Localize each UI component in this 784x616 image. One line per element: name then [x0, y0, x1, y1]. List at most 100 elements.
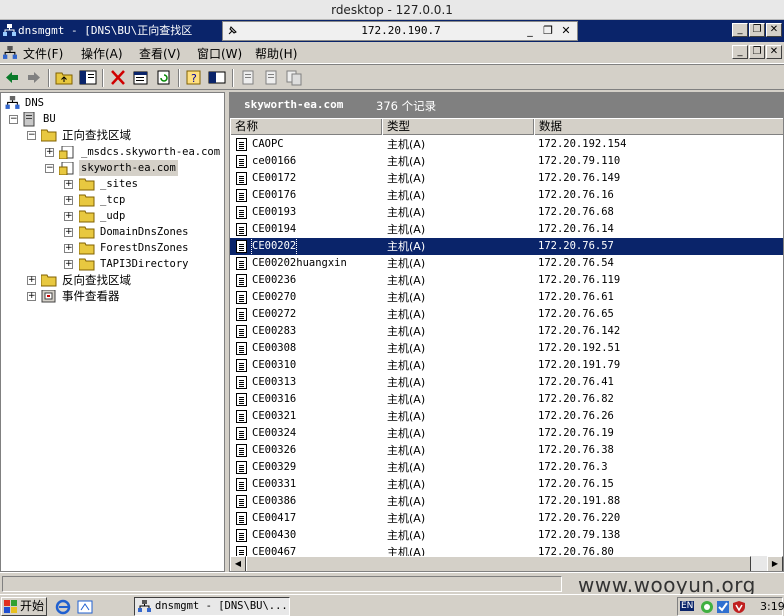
column-name[interactable]: 名称 [230, 119, 382, 135]
console-icon[interactable] [208, 69, 226, 86]
folder-icon [79, 194, 95, 207]
expand-icon[interactable]: + [64, 260, 73, 269]
menu-view[interactable]: 查看(V) [139, 45, 181, 62]
new-record-icon[interactable] [239, 69, 257, 86]
table-row[interactable]: CE00272 主机(A) 172.20.76.65 [230, 306, 783, 323]
record-list[interactable]: CAOPC 主机(A) 172.20.192.154 ce00166 主机(A) 172.… [230, 136, 783, 556]
column-type[interactable]: 类型 [382, 119, 534, 135]
new-record-icon[interactable] [262, 69, 280, 86]
record-name: CE00272 [252, 308, 297, 320]
table-row[interactable]: CE00331 主机(A) 172.20.76.15 [230, 476, 783, 493]
back-arrow-icon[interactable] [3, 69, 21, 86]
help-icon[interactable]: ? [185, 69, 203, 86]
child-minimize-button[interactable]: _ [732, 45, 748, 59]
internet-explorer-icon[interactable] [55, 599, 71, 615]
folder-icon [79, 210, 95, 223]
table-row-selected[interactable]: CE00202 主机(A) 172.20.76.57 [230, 237, 783, 256]
record-name: CE00176 [252, 189, 297, 201]
toolbar-separator [102, 69, 104, 87]
table-row[interactable]: CE00176 主机(A) 172.20.76.16 [230, 187, 783, 204]
table-row[interactable]: CE00193 主机(A) 172.20.76.68 [230, 204, 783, 221]
table-row[interactable]: CE00236 主机(A) 172.20.76.119 [230, 272, 783, 289]
event-viewer-icon [41, 290, 56, 303]
table-row[interactable]: CE00386 主机(A) 172.20.191.88 [230, 493, 783, 510]
show-hide-tree-icon[interactable] [79, 69, 97, 86]
child-close-button[interactable]: ✕ [766, 45, 782, 59]
record-data: 172.20.76.15 [538, 478, 614, 490]
table-row[interactable]: CE00329 主机(A) 172.20.76.3 [230, 459, 783, 476]
start-button[interactable]: 开始 [1, 597, 47, 616]
collapse-icon[interactable]: − [9, 115, 18, 124]
forward-arrow-icon[interactable] [25, 69, 43, 86]
table-row[interactable]: CE00172 主机(A) 172.20.76.149 [230, 170, 783, 187]
expand-icon[interactable]: + [64, 180, 73, 189]
copy-record-icon[interactable] [285, 69, 303, 86]
up-folder-icon[interactable] [55, 69, 73, 86]
collapse-icon[interactable]: − [45, 164, 54, 173]
desktop-icon[interactable] [77, 599, 93, 615]
menu-action[interactable]: 操作(A) [81, 45, 123, 62]
scrollbar-thumb[interactable] [246, 556, 751, 571]
table-row[interactable]: CE00467 主机(A) 172.20.76.80 [230, 544, 783, 556]
security-icon[interactable] [716, 600, 730, 614]
column-data[interactable]: 数据 [534, 119, 783, 135]
close-button[interactable]: ✕ [766, 23, 782, 37]
record-type: 主机(A) [387, 206, 426, 219]
expand-icon[interactable]: + [27, 276, 36, 285]
table-row[interactable]: CE00326 主机(A) 172.20.76.38 [230, 442, 783, 459]
antivirus-shield-icon[interactable] [732, 600, 746, 614]
table-row[interactable]: ce00166 主机(A) 172.20.79.110 [230, 153, 783, 170]
scroll-left-icon[interactable]: ◀ [230, 556, 246, 571]
table-row[interactable]: CE00324 主机(A) 172.20.76.19 [230, 425, 783, 442]
expand-icon[interactable]: + [64, 244, 73, 253]
taskbar-window-button[interactable]: dnsmgmt - [DNS\BU\... [134, 597, 290, 616]
table-row[interactable]: CE00194 主机(A) 172.20.76.14 [230, 221, 783, 238]
properties-icon[interactable] [132, 69, 150, 86]
menu-file[interactable]: 文件(F) [23, 45, 63, 62]
restore-button[interactable]: ❐ [749, 23, 765, 37]
menu-help[interactable]: 帮助(H) [255, 45, 297, 62]
collapse-icon[interactable]: − [27, 131, 36, 140]
record-data: 172.20.192.154 [538, 138, 627, 150]
scroll-right-icon[interactable]: ▶ [767, 556, 783, 571]
child-restore-button[interactable]: ❐ [749, 45, 765, 59]
close-icon[interactable]: ✕ [559, 24, 573, 38]
language-indicator[interactable]: EN [680, 601, 695, 611]
tree-label: 事件查看器 [62, 289, 120, 303]
table-row[interactable]: CE00283 主机(A) 172.20.76.142 [230, 323, 783, 340]
delete-icon[interactable] [109, 69, 127, 86]
table-row[interactable]: CE00310 主机(A) 172.20.191.79 [230, 357, 783, 374]
expand-icon[interactable]: + [64, 228, 73, 237]
tree-label: BU [43, 113, 56, 125]
table-row[interactable]: CE00270 主机(A) 172.20.76.61 [230, 289, 783, 306]
expand-icon[interactable]: + [64, 196, 73, 205]
table-row[interactable]: CE00321 主机(A) 172.20.76.26 [230, 408, 783, 425]
window-title-bar[interactable]: dnsmgmt - [DNS\BU\正向查找区 172.20.190.7 _ ❐… [0, 20, 784, 42]
network-icon[interactable] [700, 600, 714, 614]
record-name: CE00172 [252, 172, 297, 184]
table-row[interactable]: CE00313 主机(A) 172.20.76.41 [230, 374, 783, 391]
tree-label: 反向查找区域 [62, 273, 131, 287]
table-row[interactable]: CE00417 主机(A) 172.20.76.220 [230, 510, 783, 527]
table-row[interactable]: CE00430 主机(A) 172.20.79.138 [230, 527, 783, 544]
minimize-button[interactable]: _ [732, 23, 748, 37]
tree-label: TAPI3Directory [100, 258, 189, 270]
refresh-icon[interactable] [155, 69, 173, 86]
dns-icon[interactable] [3, 46, 17, 60]
restore-icon[interactable]: ❐ [541, 24, 555, 38]
table-row[interactable]: CE00202huangxin 主机(A) 172.20.76.54 [230, 255, 783, 272]
console-tree[interactable]: DNS − BU − 正向查找区域 + _msdcs.skyworth-ea.c… [0, 92, 225, 572]
host-record-icon [236, 393, 247, 406]
minimize-icon[interactable]: _ [523, 24, 537, 38]
record-name: CE00236 [252, 274, 297, 286]
horizontal-scrollbar[interactable]: ◀ ▶ [230, 556, 783, 571]
table-row[interactable]: CE00308 主机(A) 172.20.192.51 [230, 340, 783, 357]
expand-icon[interactable]: + [64, 212, 73, 221]
table-row[interactable]: CAOPC 主机(A) 172.20.192.154 [230, 136, 783, 153]
table-row[interactable]: CE00316 主机(A) 172.20.76.82 [230, 391, 783, 408]
record-data: 172.20.76.57 [538, 240, 614, 252]
menu-window[interactable]: 窗口(W) [197, 45, 242, 62]
expand-icon[interactable]: + [27, 292, 36, 301]
expand-icon[interactable]: + [45, 148, 54, 157]
record-type: 主机(A) [387, 291, 426, 304]
